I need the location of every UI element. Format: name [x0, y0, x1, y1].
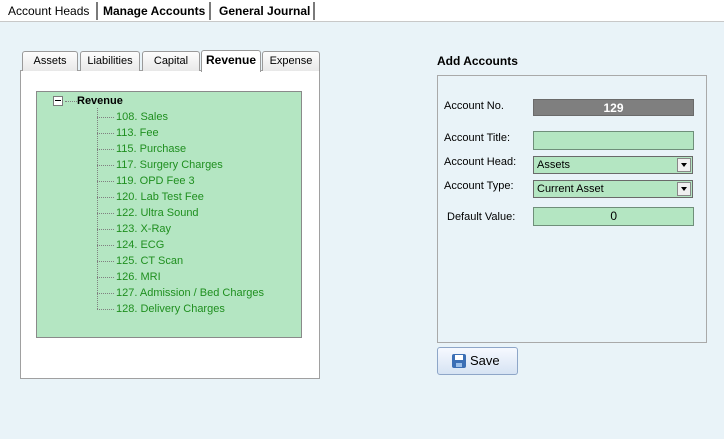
tree-item-label: 120. Lab Test Fee — [116, 191, 204, 203]
tab-account-heads[interactable]: Account Heads — [3, 2, 98, 20]
tree-item[interactable]: 113. Fee — [97, 125, 159, 141]
tree-item-label: 122. Ultra Sound — [116, 207, 199, 219]
account-head-label: Account Head: — [444, 156, 517, 168]
tree-item-label: 123. X-Ray — [116, 223, 172, 235]
tree-item[interactable]: 117. Surgery Charges — [97, 157, 223, 173]
tab-revenue[interactable]: Revenue — [201, 50, 261, 72]
account-type-value: Current Asset — [537, 183, 604, 195]
account-type-select[interactable]: Current Asset — [533, 180, 693, 198]
tree-root-node[interactable]: Revenue — [40, 95, 123, 108]
tree-item-label: 117. Surgery Charges — [116, 159, 223, 171]
tab-capital[interactable]: Capital — [142, 51, 200, 71]
tree-item-label: 113. Fee — [116, 127, 159, 139]
tree-item[interactable]: 127. Admission / Bed Charges — [97, 285, 264, 301]
account-type-label: Account Type: — [444, 180, 514, 192]
tab-general-journal[interactable]: General Journal — [214, 2, 315, 20]
tree-connector — [65, 100, 77, 102]
tree-item-label: 128. Delivery Charges — [116, 303, 225, 315]
account-head-value: Assets — [537, 159, 571, 171]
tree-item-label: 119. OPD Fee 3 — [116, 175, 195, 187]
collapse-icon[interactable] — [53, 96, 63, 107]
default-value-input[interactable]: 0 — [533, 207, 694, 226]
tree-item[interactable]: 115. Purchase — [97, 141, 186, 157]
default-value-label: Default Value: — [447, 211, 516, 223]
tree-item[interactable]: 120. Lab Test Fee — [97, 189, 204, 205]
save-button-label: Save — [470, 353, 500, 368]
form-title: Add Accounts — [437, 54, 518, 68]
tree-item-label: 125. CT Scan — [116, 255, 184, 267]
tree-item[interactable]: 126. MRI — [97, 269, 161, 285]
tree-item-label: 126. MRI — [116, 271, 161, 283]
tree-item[interactable]: 122. Ultra Sound — [97, 205, 199, 221]
tree-item[interactable]: 123. X-Ray — [97, 221, 171, 237]
tab-manage-accounts[interactable]: Manage Accounts — [98, 2, 211, 20]
tab-liabilities[interactable]: Liabilities — [80, 51, 140, 71]
save-icon — [452, 354, 466, 368]
account-title-label: Account Title: — [444, 132, 511, 144]
tree-item[interactable]: 128. Delivery Charges — [97, 301, 225, 317]
main-tab-strip: Account Heads Manage Accounts General Jo… — [0, 0, 724, 22]
tree-item[interactable]: 108. Sales — [97, 109, 168, 125]
tab-expense[interactable]: Expense — [262, 51, 320, 71]
tree-root-label: Revenue — [77, 95, 123, 107]
tree-item[interactable]: 124. ECG — [97, 237, 164, 253]
tree-item-label: 108. Sales — [116, 111, 168, 123]
chevron-down-icon[interactable] — [677, 158, 691, 172]
account-title-input[interactable] — [533, 131, 694, 150]
tree-item-label: 115. Purchase — [116, 143, 187, 155]
chevron-down-icon[interactable] — [677, 182, 691, 196]
account-head-select[interactable]: Assets — [533, 156, 693, 174]
tab-assets[interactable]: Assets — [22, 51, 78, 71]
account-no-field: 129 — [533, 99, 694, 116]
save-button[interactable]: Save — [437, 347, 518, 375]
account-no-label: Account No. — [444, 100, 504, 112]
tree-item-label: 127. Admission / Bed Charges — [116, 287, 264, 299]
tree-item[interactable]: 119. OPD Fee 3 — [97, 173, 195, 189]
tree-item[interactable]: 125. CT Scan — [97, 253, 183, 269]
tree-item-label: 124. ECG — [116, 239, 165, 251]
